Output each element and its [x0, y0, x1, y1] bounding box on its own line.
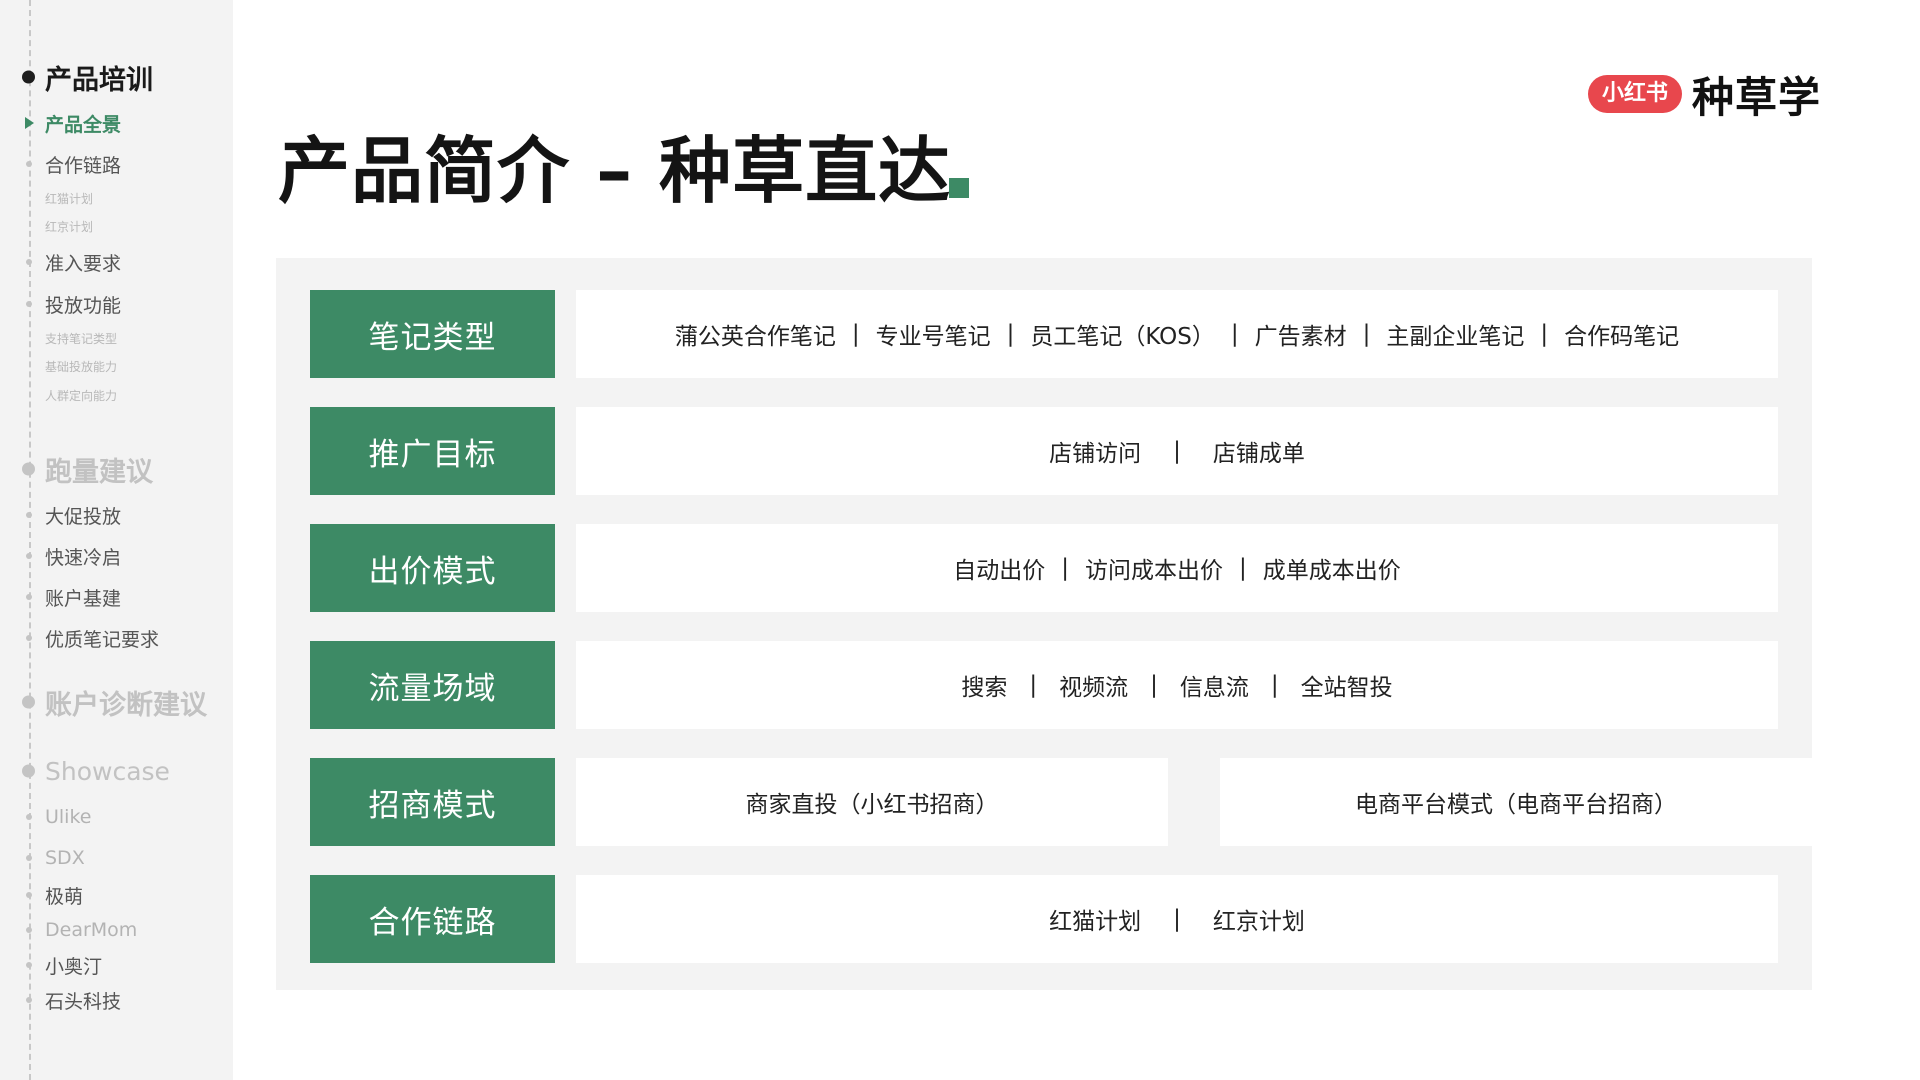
sidebar-item-label: 红猫计划 [45, 191, 94, 206]
current-arrow-icon [25, 117, 34, 129]
row-merchant-mode: 招商模式 商家直投（小红书招商） 电商平台模式（电商平台招商） [310, 758, 1812, 846]
row-label: 合作链路 [310, 875, 555, 963]
item-text: 电商平台模式（电商平台招商） [1355, 792, 1677, 818]
timeline-dot-icon [22, 764, 35, 778]
row-content: 红猫计划 | 红京计划 [576, 875, 1778, 963]
sidebar-item-label: Ulike [45, 806, 92, 828]
brand-logo: 小红书 种草学 [1588, 68, 1821, 122]
sidebar-nav: 产品培训 产品全景 合作链路 红猫计划 红京计划 准入要求 投放功能 支持笔记类… [0, 0, 233, 1080]
timeline-dot-icon [26, 855, 32, 861]
sidebar-item-label: 投放功能 [45, 294, 122, 317]
item-text: 广告素材 [1254, 324, 1347, 350]
row-promotion-goal: 推广目标 店铺访问 | 店铺成单 [310, 407, 1778, 495]
separator: | [1061, 555, 1069, 581]
row-content: 蒲公英合作笔记 | 专业号笔记 | 员工笔记（KOS） | 广告素材 | 主副企… [576, 290, 1778, 378]
timeline-dot-icon [22, 462, 35, 476]
sidebar-item-label: 产品培训 [45, 64, 153, 96]
row-content: 店铺访问 | 店铺成单 [576, 407, 1778, 495]
sidebar-item-label: SDX [45, 847, 85, 869]
row-label: 笔记类型 [310, 290, 555, 378]
sidebar-item-label: 极萌 [45, 885, 84, 908]
timeline-dot-icon [26, 594, 32, 600]
separator: | [851, 321, 860, 347]
item-text: 视频流 [1059, 675, 1129, 701]
row-traffic-field: 流量场域 搜索 | 视频流 | 信息流 | 全站智投 [310, 641, 1778, 729]
item-text: 主副企业笔记 [1386, 324, 1525, 350]
separator: | [1270, 672, 1279, 698]
item-text: 自动出价 [953, 558, 1046, 584]
item-text: 店铺成单 [1212, 441, 1305, 467]
product-intro-panel: 笔记类型 蒲公英合作笔记 | 专业号笔记 | 员工笔记（KOS） | 广告素材 … [276, 258, 1812, 990]
sidebar-item-label: 快速冷启 [45, 546, 122, 569]
row-label: 流量场域 [310, 641, 555, 729]
timeline-dot-icon [26, 927, 32, 933]
timeline-dot-icon [26, 259, 32, 265]
sidebar-item-label: 基础投放能力 [45, 359, 118, 374]
separator: | [1173, 906, 1181, 932]
timeline-dot-icon [26, 553, 32, 559]
row-note-types: 笔记类型 蒲公英合作笔记 | 专业号笔记 | 员工笔记（KOS） | 广告素材 … [310, 290, 1778, 378]
sidebar-item-label: 优质笔记要求 [45, 628, 160, 651]
sidebar-item-label: 账户基建 [45, 587, 122, 610]
item-text: 专业号笔记 [875, 324, 991, 350]
item-text: 商家直投（小红书招商） [745, 792, 999, 818]
row-label: 推广目标 [310, 407, 555, 495]
sidebar-item-label: 合作链路 [45, 154, 122, 177]
timeline-dot-icon [26, 635, 32, 641]
item-text: 蒲公英合作笔记 [674, 324, 836, 350]
timeline-dot-icon [26, 512, 32, 518]
sidebar-item-label: 支持笔记类型 [45, 331, 118, 346]
item-text: 店铺访问 [1049, 441, 1142, 467]
separator: | [1006, 321, 1015, 347]
timeline-dot-icon [22, 70, 35, 84]
brand-name: 种草学 [1692, 72, 1822, 122]
timeline-dot-icon [26, 814, 32, 820]
sidebar-item-label: DearMom [45, 919, 138, 941]
row-cooperation-chain: 合作链路 红猫计划 | 红京计划 [310, 875, 1778, 963]
timeline-dot-icon [26, 997, 32, 1003]
row-label: 出价模式 [310, 524, 555, 612]
item-text: 信息流 [1179, 675, 1249, 701]
row-label: 招商模式 [310, 758, 555, 846]
item-text: 全站智投 [1300, 675, 1393, 701]
item-text: 红京计划 [1212, 909, 1305, 935]
brand-badge: 小红书 [1588, 75, 1683, 113]
row-content-right: 电商平台模式（电商平台招商） [1220, 758, 1812, 846]
item-text: 搜索 [961, 675, 1008, 701]
item-text: 合作码笔记 [1564, 324, 1680, 350]
row-content-left: 商家直投（小红书招商） [576, 758, 1168, 846]
timeline-dot-icon [26, 962, 32, 968]
item-text: 访问成本出价 [1085, 558, 1223, 584]
sidebar-item-label: 跑量建议 [45, 456, 153, 488]
timeline-dot-icon [26, 301, 32, 307]
sidebar-item-label: 人群定向能力 [45, 388, 118, 403]
item-text: 员工笔记（KOS） [1030, 324, 1215, 350]
sidebar-item-label: 准入要求 [45, 252, 122, 275]
timeline-dot-icon [26, 161, 32, 167]
separator: | [1173, 438, 1181, 464]
separator: | [1362, 321, 1371, 347]
page-title: 产品简介 – 种草直达 [278, 129, 952, 213]
separator: | [1239, 555, 1247, 581]
sidebar-item-label: 石头科技 [45, 990, 122, 1013]
separator: | [1150, 672, 1158, 698]
sidebar-item-label: 产品全景 [45, 113, 122, 136]
sidebar-item-label: 账户诊断建议 [45, 689, 207, 721]
timeline-dot-icon [26, 892, 32, 898]
item-text: 红猫计划 [1049, 909, 1142, 935]
row-content: 搜索 | 视频流 | 信息流 | 全站智投 [576, 641, 1778, 729]
sidebar-item-label: 红京计划 [45, 219, 94, 234]
title-accent-square [949, 178, 969, 198]
separator: | [1230, 321, 1239, 347]
sidebar-item-label: 小奥汀 [45, 955, 103, 978]
separator: | [1029, 672, 1038, 698]
row-bid-mode: 出价模式 自动出价 | 访问成本出价 | 成单成本出价 [310, 524, 1778, 612]
item-text: 成单成本出价 [1262, 558, 1401, 584]
timeline-dot-icon [22, 695, 35, 709]
sidebar-item-label: 大促投放 [45, 505, 122, 528]
separator: | [1540, 321, 1549, 347]
sidebar-item-label: Showcase [45, 756, 170, 786]
row-content: 自动出价 | 访问成本出价 | 成单成本出价 [576, 524, 1778, 612]
